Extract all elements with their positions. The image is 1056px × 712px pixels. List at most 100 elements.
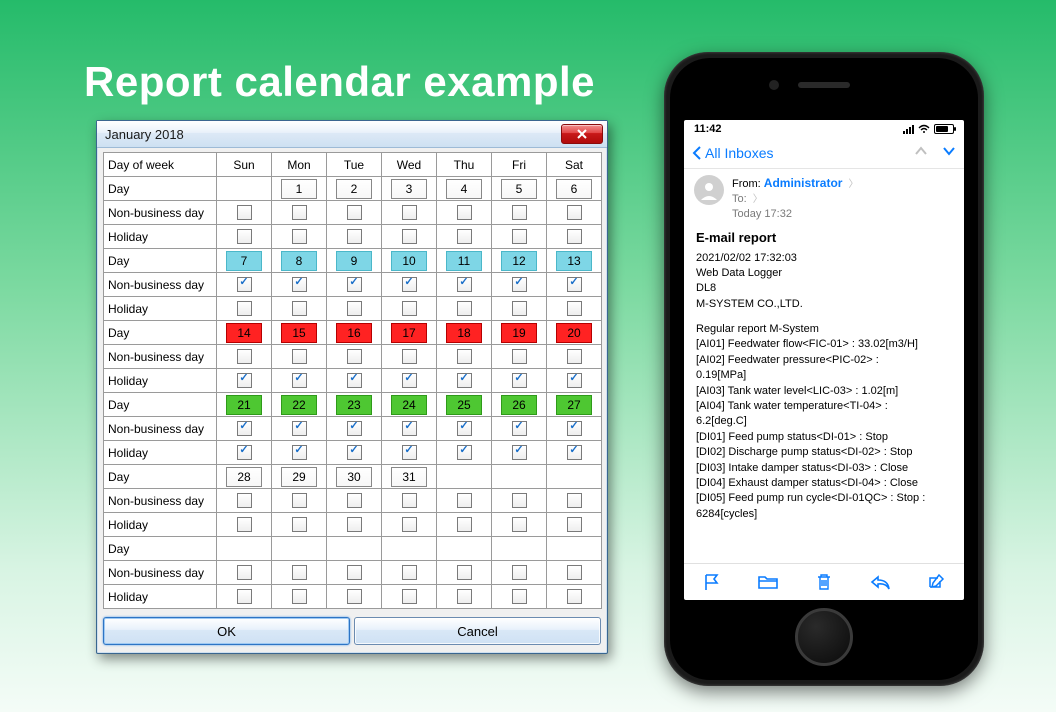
nbd-checkbox-cell[interactable] bbox=[547, 417, 602, 441]
day-cell[interactable] bbox=[547, 465, 602, 489]
dialog-title-bar[interactable]: January 2018 bbox=[97, 121, 607, 148]
nbd-checkbox-cell[interactable] bbox=[547, 273, 602, 297]
checkbox[interactable] bbox=[457, 589, 472, 604]
checkbox[interactable] bbox=[347, 565, 362, 580]
holiday-checkbox-cell[interactable] bbox=[272, 225, 327, 249]
nbd-checkbox-cell[interactable] bbox=[217, 201, 272, 225]
nbd-checkbox-cell[interactable] bbox=[382, 273, 437, 297]
checkbox[interactable] bbox=[292, 565, 307, 580]
checkbox[interactable] bbox=[402, 229, 417, 244]
day-cell[interactable]: 31 bbox=[382, 465, 437, 489]
checkbox[interactable] bbox=[567, 229, 582, 244]
holiday-checkbox-cell[interactable] bbox=[547, 441, 602, 465]
holiday-checkbox-cell[interactable] bbox=[382, 369, 437, 393]
holiday-checkbox-cell[interactable] bbox=[437, 585, 492, 609]
checkbox[interactable] bbox=[512, 421, 527, 436]
ok-button[interactable]: OK bbox=[103, 617, 350, 645]
checkbox[interactable] bbox=[347, 205, 362, 220]
holiday-checkbox-cell[interactable] bbox=[382, 441, 437, 465]
holiday-checkbox-cell[interactable] bbox=[492, 513, 547, 537]
day-cell[interactable]: 10 bbox=[382, 249, 437, 273]
day-cell[interactable] bbox=[492, 465, 547, 489]
nbd-checkbox-cell[interactable] bbox=[272, 201, 327, 225]
checkbox[interactable] bbox=[457, 517, 472, 532]
nbd-checkbox-cell[interactable] bbox=[492, 417, 547, 441]
holiday-checkbox-cell[interactable] bbox=[272, 585, 327, 609]
home-button[interactable] bbox=[795, 608, 853, 666]
holiday-checkbox-cell[interactable] bbox=[272, 369, 327, 393]
day-cell[interactable]: 1 bbox=[272, 177, 327, 201]
day-cell[interactable]: 7 bbox=[217, 249, 272, 273]
checkbox[interactable] bbox=[237, 301, 252, 316]
day-cell[interactable]: 4 bbox=[437, 177, 492, 201]
checkbox[interactable] bbox=[237, 445, 252, 460]
checkbox[interactable] bbox=[292, 493, 307, 508]
day-cell[interactable]: 18 bbox=[437, 321, 492, 345]
holiday-checkbox-cell[interactable] bbox=[437, 297, 492, 321]
nbd-checkbox-cell[interactable] bbox=[492, 561, 547, 585]
holiday-checkbox-cell[interactable] bbox=[492, 585, 547, 609]
trash-button[interactable] bbox=[815, 572, 833, 592]
day-cell[interactable]: 21 bbox=[217, 393, 272, 417]
day-cell[interactable]: 5 bbox=[492, 177, 547, 201]
day-cell[interactable] bbox=[217, 177, 272, 201]
day-cell[interactable]: 17 bbox=[382, 321, 437, 345]
holiday-checkbox-cell[interactable] bbox=[272, 513, 327, 537]
checkbox[interactable] bbox=[512, 589, 527, 604]
nbd-checkbox-cell[interactable] bbox=[492, 489, 547, 513]
checkbox[interactable] bbox=[567, 589, 582, 604]
nbd-checkbox-cell[interactable] bbox=[437, 201, 492, 225]
checkbox[interactable] bbox=[512, 205, 527, 220]
nbd-checkbox-cell[interactable] bbox=[327, 345, 382, 369]
nbd-checkbox-cell[interactable] bbox=[272, 417, 327, 441]
nbd-checkbox-cell[interactable] bbox=[327, 489, 382, 513]
compose-button[interactable] bbox=[926, 572, 946, 592]
checkbox[interactable] bbox=[292, 277, 307, 292]
holiday-checkbox-cell[interactable] bbox=[492, 369, 547, 393]
day-cell[interactable]: 11 bbox=[437, 249, 492, 273]
day-cell[interactable] bbox=[437, 465, 492, 489]
holiday-checkbox-cell[interactable] bbox=[327, 441, 382, 465]
checkbox[interactable] bbox=[237, 349, 252, 364]
nbd-checkbox-cell[interactable] bbox=[217, 345, 272, 369]
day-cell[interactable]: 16 bbox=[327, 321, 382, 345]
checkbox[interactable] bbox=[567, 421, 582, 436]
day-cell[interactable]: 9 bbox=[327, 249, 382, 273]
day-cell[interactable]: 13 bbox=[547, 249, 602, 273]
holiday-checkbox-cell[interactable] bbox=[327, 369, 382, 393]
nbd-checkbox-cell[interactable] bbox=[217, 273, 272, 297]
holiday-checkbox-cell[interactable] bbox=[547, 297, 602, 321]
nbd-checkbox-cell[interactable] bbox=[547, 561, 602, 585]
checkbox[interactable] bbox=[402, 445, 417, 460]
checkbox[interactable] bbox=[457, 277, 472, 292]
checkbox[interactable] bbox=[347, 301, 362, 316]
day-cell[interactable]: 30 bbox=[327, 465, 382, 489]
checkbox[interactable] bbox=[237, 517, 252, 532]
nbd-checkbox-cell[interactable] bbox=[547, 489, 602, 513]
holiday-checkbox-cell[interactable] bbox=[437, 369, 492, 393]
checkbox[interactable] bbox=[237, 229, 252, 244]
checkbox[interactable] bbox=[512, 373, 527, 388]
cancel-button[interactable]: Cancel bbox=[354, 617, 601, 645]
checkbox[interactable] bbox=[567, 349, 582, 364]
holiday-checkbox-cell[interactable] bbox=[382, 585, 437, 609]
nbd-checkbox-cell[interactable] bbox=[437, 417, 492, 441]
checkbox[interactable] bbox=[292, 349, 307, 364]
holiday-checkbox-cell[interactable] bbox=[547, 225, 602, 249]
holiday-checkbox-cell[interactable] bbox=[327, 225, 382, 249]
nbd-checkbox-cell[interactable] bbox=[327, 417, 382, 441]
day-cell[interactable]: 25 bbox=[437, 393, 492, 417]
holiday-checkbox-cell[interactable] bbox=[327, 297, 382, 321]
to-label[interactable]: To: bbox=[732, 193, 747, 205]
checkbox[interactable] bbox=[292, 301, 307, 316]
checkbox[interactable] bbox=[347, 589, 362, 604]
checkbox[interactable] bbox=[237, 589, 252, 604]
checkbox[interactable] bbox=[237, 205, 252, 220]
checkbox[interactable] bbox=[457, 301, 472, 316]
day-cell[interactable] bbox=[492, 537, 547, 561]
nbd-checkbox-cell[interactable] bbox=[437, 561, 492, 585]
holiday-checkbox-cell[interactable] bbox=[492, 441, 547, 465]
checkbox[interactable] bbox=[512, 229, 527, 244]
day-cell[interactable]: 23 bbox=[327, 393, 382, 417]
nbd-checkbox-cell[interactable] bbox=[382, 489, 437, 513]
